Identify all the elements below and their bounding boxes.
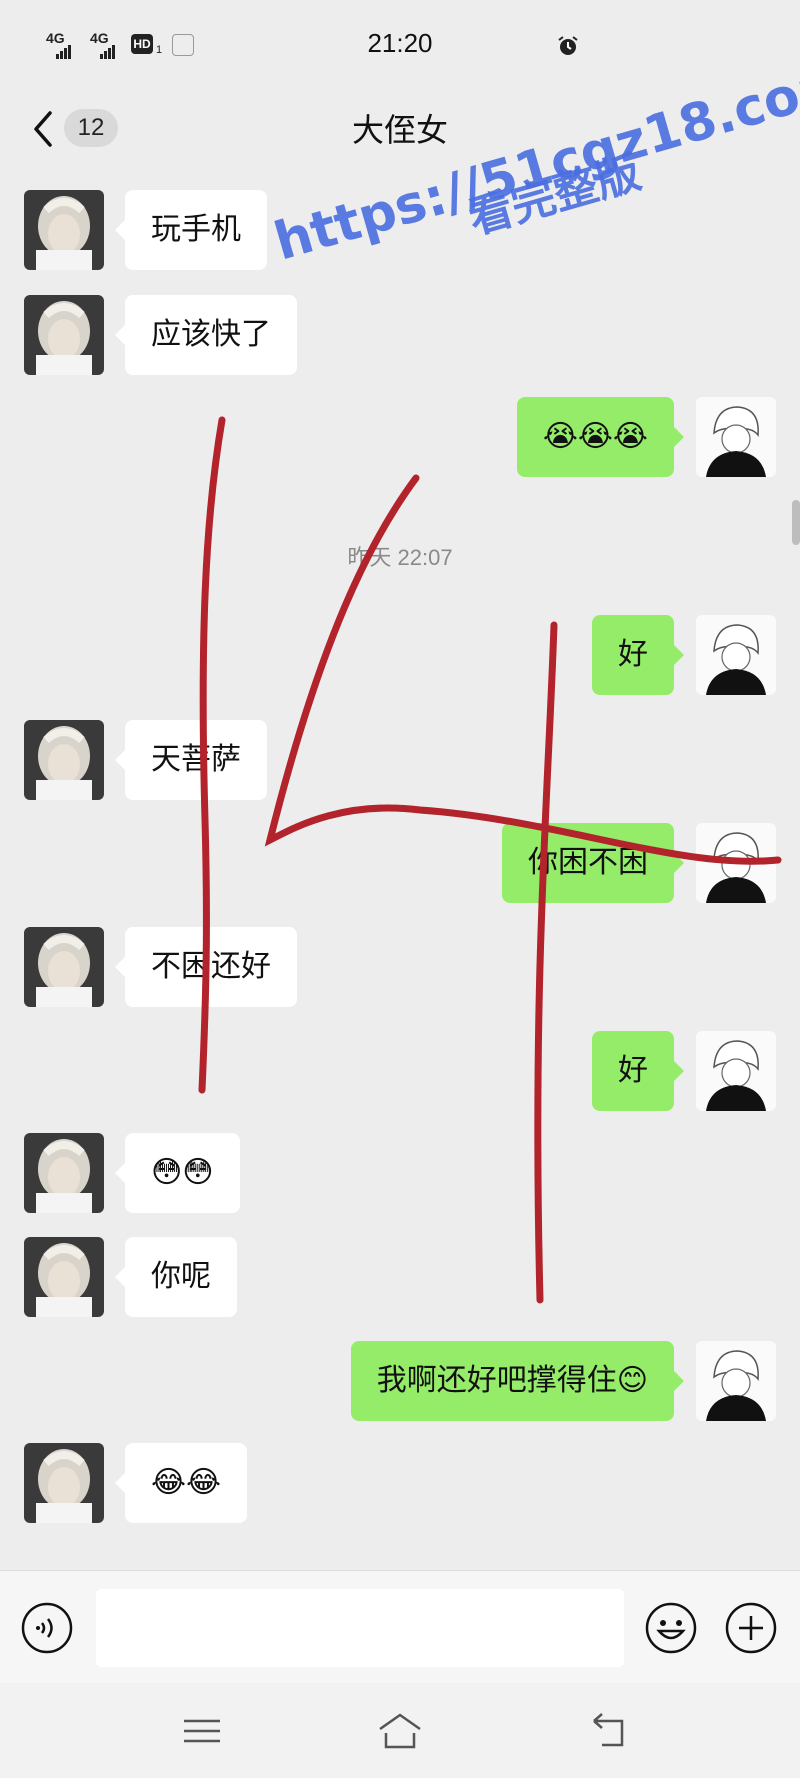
- message-row: 你困不困: [0, 823, 800, 903]
- received-message-bubble[interactable]: 😳😳: [115, 1133, 240, 1213]
- contact-avatar[interactable]: [24, 190, 104, 270]
- scrollbar[interactable]: [792, 500, 800, 545]
- message-row: 我啊还好吧撑得住😊: [0, 1341, 800, 1421]
- sent-message-bubble[interactable]: 好: [592, 615, 684, 695]
- system-nav-bar: [0, 1683, 800, 1778]
- message-input[interactable]: [96, 1589, 624, 1667]
- status-bar: 4G 4G HD 1 21:20: [0, 0, 800, 90]
- received-message-bubble[interactable]: 玩手机: [115, 190, 267, 270]
- contact-avatar[interactable]: [24, 720, 104, 800]
- timestamp: 昨天 22:07: [347, 545, 453, 570]
- voice-icon[interactable]: [20, 1601, 74, 1655]
- back-nav-icon[interactable]: [588, 1711, 632, 1751]
- emoji-icon[interactable]: [644, 1601, 698, 1655]
- contact-avatar[interactable]: [24, 295, 104, 375]
- contact-avatar[interactable]: [24, 1443, 104, 1523]
- chat-message-list[interactable]: 玩手机 应该快了 😭😭😭 好天菩萨 你困不困 不困还好好 😳😳 你呢 我啊还好吧撑得住😊 😂😂 昨…: [0, 175, 800, 1570]
- contact-avatar[interactable]: [24, 1237, 104, 1317]
- message-row: 好: [0, 615, 800, 695]
- message-row: 应该快了: [0, 295, 800, 375]
- received-message-bubble[interactable]: 你呢: [115, 1237, 237, 1317]
- clock: 21:20: [367, 28, 433, 58]
- input-bar: [0, 1570, 800, 1683]
- my-avatar[interactable]: [696, 823, 776, 903]
- plus-icon[interactable]: [724, 1601, 778, 1655]
- message-row: 😂😂: [0, 1443, 800, 1523]
- sent-message-bubble[interactable]: 你困不困: [502, 823, 684, 903]
- home-icon[interactable]: [378, 1711, 422, 1751]
- message-row: 你呢: [0, 1237, 800, 1317]
- menu-icon[interactable]: [180, 1711, 224, 1751]
- alarm-icon: [558, 36, 578, 55]
- message-row: 😭😭😭: [0, 397, 800, 477]
- received-message-bubble[interactable]: 应该快了: [115, 295, 297, 375]
- message-row: 好: [0, 1031, 800, 1111]
- received-message-bubble[interactable]: 😂😂: [114, 1443, 248, 1523]
- my-avatar[interactable]: [696, 1031, 776, 1111]
- sent-message-bubble[interactable]: 我啊还好吧撑得住😊: [350, 1341, 685, 1421]
- my-avatar[interactable]: [696, 615, 776, 695]
- sent-message-bubble[interactable]: 好: [592, 1031, 684, 1111]
- my-avatar[interactable]: [696, 397, 776, 477]
- contact-avatar[interactable]: [24, 1133, 104, 1213]
- received-message-bubble[interactable]: 不困还好: [115, 927, 297, 1007]
- message-row: 不困还好: [0, 927, 800, 1007]
- received-message-bubble[interactable]: 天菩萨: [115, 720, 267, 800]
- sent-message-bubble[interactable]: 😭😭😭: [516, 397, 685, 477]
- message-row: 😳😳: [0, 1133, 800, 1213]
- message-row: 天菩萨: [0, 720, 800, 800]
- contact-avatar[interactable]: [24, 927, 104, 1007]
- my-avatar[interactable]: [696, 1341, 776, 1421]
